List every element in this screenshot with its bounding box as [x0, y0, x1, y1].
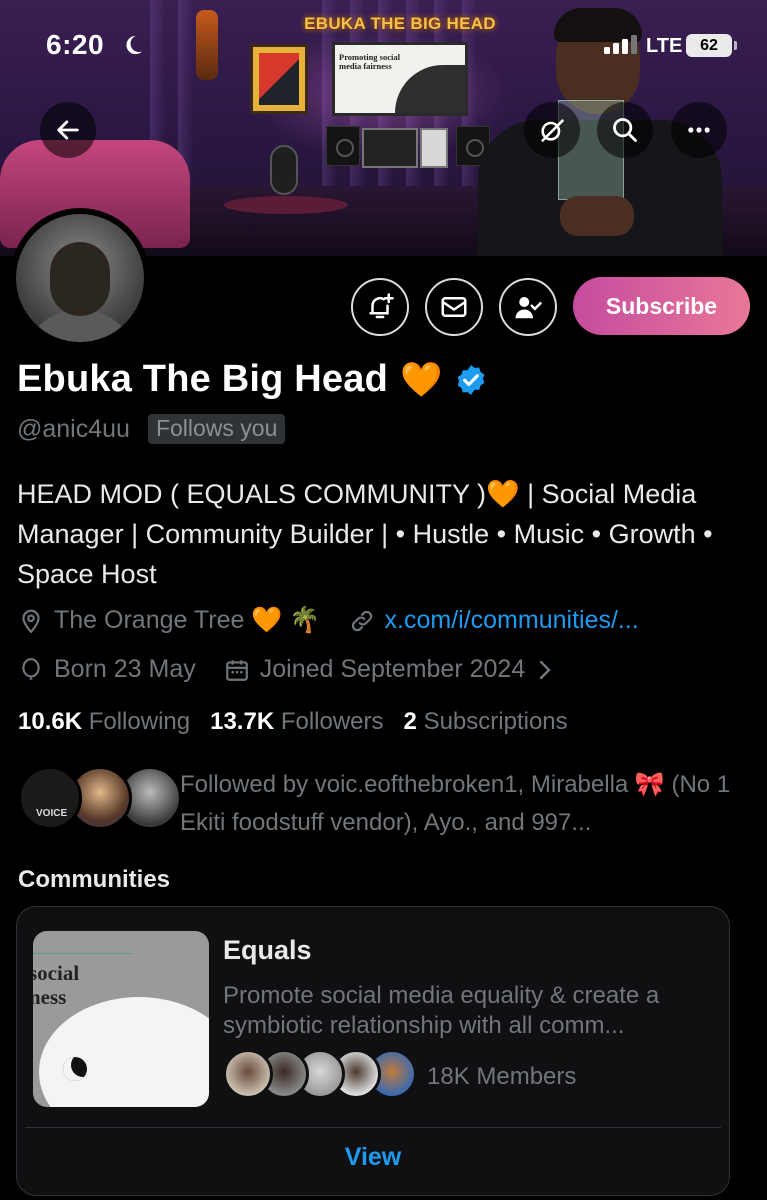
signal-icon [604, 35, 637, 54]
profile-handle: @anic4uu [17, 414, 130, 443]
studio-table [224, 196, 348, 214]
studio-monitor-2 [420, 128, 448, 168]
communities-title: Communities [18, 866, 171, 893]
follow-stats: 10.6K Following 13.7K Followers 2 Subscr… [18, 708, 588, 736]
followers-label: Followers [280, 708, 384, 735]
community-members-count: 18K Members [427, 1063, 577, 1090]
network-label: LTE [646, 35, 683, 57]
grok-button[interactable] [524, 102, 580, 158]
following-count: 10.6K [18, 708, 83, 735]
subscriptions-stat[interactable]: 2 Subscriptions [404, 708, 568, 736]
following-button[interactable] [499, 278, 557, 336]
follower-avatar: VOICE [18, 766, 82, 830]
chevron-right-icon [540, 660, 551, 679]
location: The Orange Tree 🧡 🌴 [18, 606, 321, 635]
person-check-icon [515, 297, 542, 319]
view-community-button[interactable]: View [17, 1143, 729, 1172]
studio-monitor [362, 128, 418, 168]
card-divider [25, 1127, 721, 1128]
speaker-left [326, 126, 360, 166]
website[interactable]: x.com/i/communities/... [349, 606, 639, 635]
more-icon [688, 127, 710, 133]
grok-icon [541, 119, 564, 142]
status-time: 6:20 [46, 29, 105, 60]
banner-brand-text: EBUKA THE BIG HEAD [304, 14, 496, 33]
back-button[interactable] [40, 102, 96, 158]
moon-icon [126, 35, 143, 55]
profile-bio: HEAD MOD ( EQUALS COMMUNITY )🧡 | Social … [17, 479, 713, 589]
lamp-decoration [196, 10, 218, 80]
voice-badge-text: VOICE [36, 808, 68, 819]
display-name: Ebuka The Big Head [17, 358, 389, 400]
battery-level: 62 [700, 36, 718, 54]
message-button[interactable] [425, 278, 483, 336]
bell-plus-icon [369, 293, 394, 319]
notifications-button[interactable] [351, 278, 409, 336]
subscriptions-label: Subscriptions [423, 708, 568, 735]
following-stat[interactable]: 10.6K Following [18, 708, 190, 736]
banner-poster-main: Promoting social media fairness [332, 42, 468, 116]
more-button[interactable] [671, 102, 727, 158]
meta-row-location: The Orange Tree 🧡 🌴 x.com/i/communities/… [18, 606, 667, 635]
link-icon [351, 610, 372, 631]
banner-poster-left [250, 44, 308, 114]
member-avatar [223, 1049, 273, 1099]
followed-by-avatars[interactable]: VOICE [18, 766, 182, 830]
balloon-icon [22, 657, 40, 680]
profile-avatar[interactable] [10, 208, 150, 348]
community-name[interactable]: Equals [223, 935, 312, 966]
orange-heart-emoji: 🧡 [400, 360, 443, 399]
microphone [270, 145, 298, 195]
poster-title: Promoting social media fairness [339, 52, 400, 71]
name-row: Ebuka The Big Head 🧡 [17, 358, 488, 401]
birthday-text: Born 23 May [54, 655, 196, 683]
following-label: Following [88, 708, 191, 735]
joined-text: Joined September 2024 [259, 655, 526, 683]
search-icon [613, 118, 637, 142]
mail-icon [441, 297, 467, 317]
subscribe-button[interactable]: Subscribe [573, 277, 750, 335]
community-card[interactable]: social ness Equals Promote social media … [16, 906, 730, 1196]
followers-count: 13.7K [210, 708, 275, 735]
followed-by-text[interactable]: Followed by voic.eofthebroken1, Mirabell… [180, 766, 750, 842]
location-text: The Orange Tree 🧡 🌴 [54, 606, 321, 634]
website-link[interactable]: x.com/i/communities/... [385, 606, 639, 635]
thumb-text: social ness [33, 961, 80, 1009]
calendar-icon [225, 659, 248, 681]
followers-stat[interactable]: 13.7K Followers [210, 708, 383, 736]
joined-date[interactable]: Joined September 2024 [224, 655, 555, 684]
community-description: Promote social media equality & create a… [223, 982, 660, 1039]
birthday: Born 23 May [18, 655, 196, 684]
location-pin-icon [22, 609, 40, 633]
handle-row: @anic4uu Follows you [17, 414, 286, 444]
back-arrow-icon [57, 120, 79, 140]
community-thumbnail: social ness [33, 931, 209, 1107]
battery-indicator: 62 [686, 34, 737, 57]
subscriptions-count: 2 [403, 708, 417, 735]
meta-row-dates: Born 23 May Joined September 2024 [18, 655, 583, 684]
follows-you-badge: Follows you [147, 414, 286, 444]
verified-badge-icon[interactable] [454, 363, 488, 397]
community-member-avatars [223, 1049, 417, 1099]
search-button[interactable] [597, 102, 653, 158]
